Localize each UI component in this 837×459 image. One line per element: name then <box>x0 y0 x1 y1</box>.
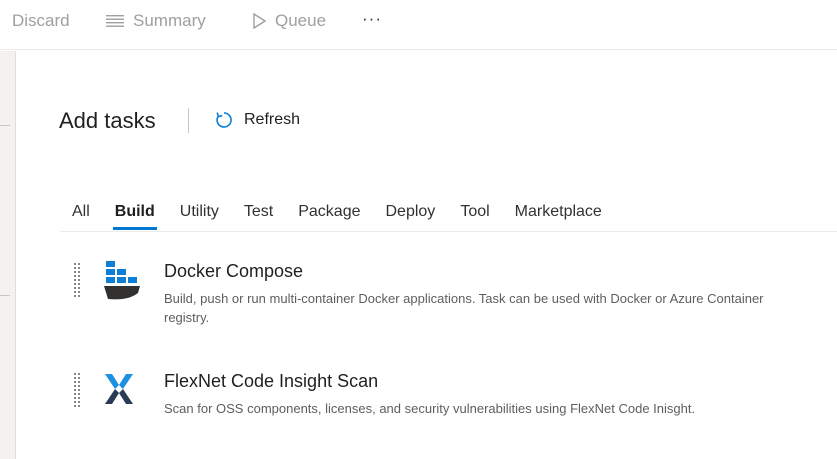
refresh-icon <box>216 112 232 128</box>
discard-label: Discard <box>12 11 70 30</box>
header-separator <box>188 108 189 133</box>
docker-compose-icon <box>104 261 140 300</box>
play-icon <box>253 13 266 29</box>
refresh-button[interactable]: Refresh <box>214 110 300 130</box>
pipeline-toolbar: Discard Summary Queue ··· <box>0 0 837 50</box>
tab-utility[interactable]: Utility <box>180 203 219 221</box>
divider <box>0 295 10 296</box>
more-actions-button[interactable]: ··· <box>362 8 382 30</box>
task-title: Docker Compose <box>164 261 304 281</box>
list-icon <box>106 15 124 27</box>
tab-marketplace[interactable]: Marketplace <box>515 203 602 221</box>
divider <box>0 125 10 126</box>
task-title: FlexNet Code Insight Scan <box>164 371 379 391</box>
category-tabs: All Build Utility Test Package Deploy To… <box>72 203 602 230</box>
tabs-divider <box>60 231 837 232</box>
tab-build[interactable]: Build <box>112 203 157 230</box>
tab-all[interactable]: All <box>72 203 90 221</box>
more-icon: ··· <box>362 9 382 28</box>
queue-label: Queue <box>275 11 327 30</box>
panel-title: Add tasks <box>59 108 156 133</box>
task-item-flexnet-code-insight-scan[interactable]: FlexNet Code Insight Scan Scan for OSS c… <box>70 371 810 451</box>
task-item-docker-compose[interactable]: Docker Compose Build, push or run multi-… <box>70 261 810 341</box>
tab-test[interactable]: Test <box>244 203 273 221</box>
task-description: Scan for OSS components, licenses, and s… <box>164 401 696 416</box>
summary-label: Summary <box>133 11 206 30</box>
discard-button[interactable]: Discard <box>12 10 70 32</box>
refresh-label: Refresh <box>244 111 301 128</box>
tab-deploy[interactable]: Deploy <box>386 203 436 221</box>
task-description: Build, push or run multi-container Docke… <box>164 291 764 325</box>
flexnet-icon <box>105 374 133 404</box>
summary-button[interactable]: Summary <box>106 10 206 32</box>
queue-button[interactable]: Queue <box>253 10 326 32</box>
tab-tool[interactable]: Tool <box>460 203 489 221</box>
tab-package[interactable]: Package <box>298 203 360 221</box>
left-pane-edge <box>0 51 16 459</box>
